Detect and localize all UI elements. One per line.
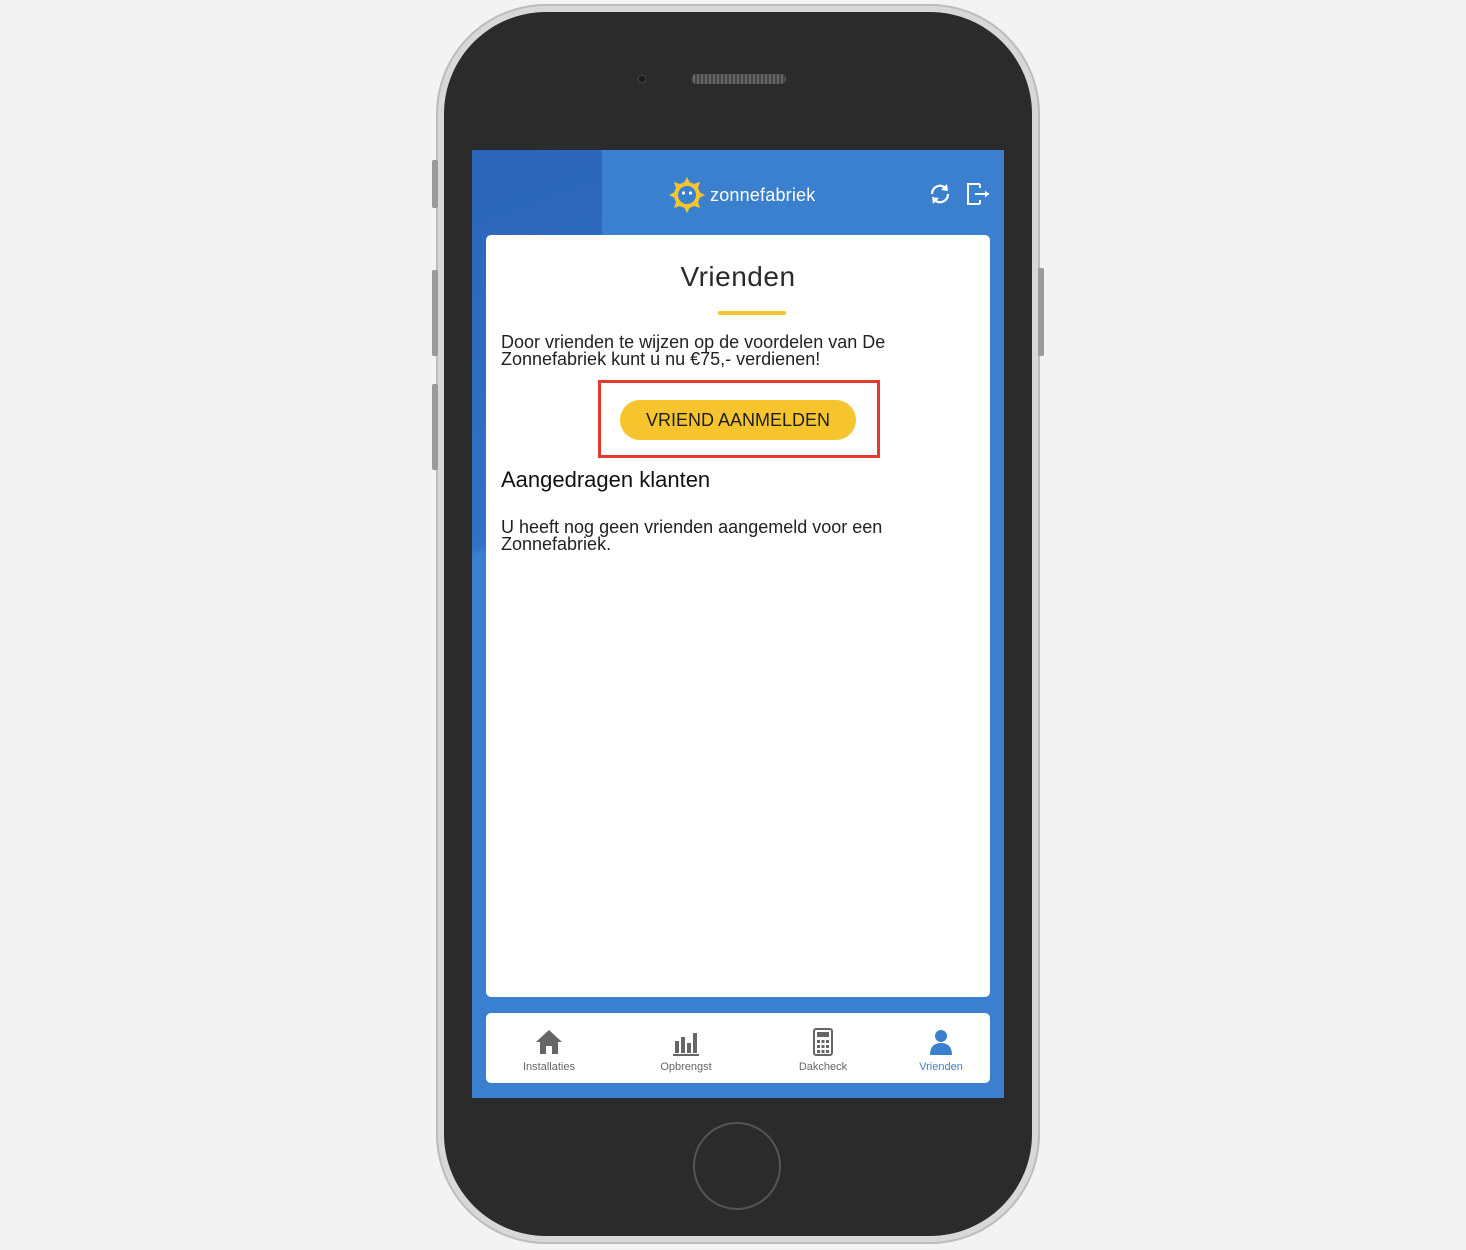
mute-switch <box>432 160 438 208</box>
tab-vrienden[interactable]: Vrienden <box>878 1013 1004 1083</box>
content-card: Vrienden Door vrienden te wijzen op de v… <box>486 235 990 997</box>
power-button <box>1038 268 1044 356</box>
empty-state-text: U heeft nog geen vrienden aangemeld voor… <box>501 517 883 554</box>
app-screen: zonnefabriek Vrienden Door vrienden te w… <box>472 150 1004 1098</box>
intro-text: Door vrienden te wijzen op de voordelen … <box>501 332 886 369</box>
bar-chart-icon <box>673 1033 699 1056</box>
brand-name: zonnefabriek <box>710 184 816 205</box>
tab-installaties[interactable]: Installaties <box>486 1013 612 1083</box>
refresh-icon[interactable] <box>926 180 954 208</box>
brand-logo[interactable]: zonnefabriek <box>668 176 815 214</box>
earpiece-speaker <box>691 74 786 84</box>
volume-up-button <box>432 270 438 356</box>
front-camera <box>637 74 647 84</box>
tab-label: Vrienden <box>919 1061 963 1073</box>
volume-down-button <box>432 384 438 470</box>
logout-icon[interactable] <box>964 180 992 208</box>
tab-dakcheck[interactable]: Dakcheck <box>760 1013 886 1083</box>
tab-label: Dakcheck <box>798 1061 848 1073</box>
tab-label: Installaties <box>523 1061 575 1073</box>
page-title: Vrienden <box>680 261 796 292</box>
title-underline <box>718 311 786 315</box>
home-button[interactable] <box>693 1122 781 1210</box>
home-icon <box>536 1030 562 1054</box>
tab-label: Opbrengst <box>660 1061 712 1073</box>
register-friend-button[interactable]: VRIEND AANMELDEN <box>620 400 856 440</box>
sun-logo-icon <box>669 177 705 213</box>
user-icon <box>930 1030 952 1055</box>
tab-opbrengst[interactable]: Opbrengst <box>623 1013 749 1083</box>
calculator-icon <box>813 1028 833 1056</box>
bottom-tab-bar: Installaties Opbrengst Dakcheck Vrienden <box>486 1013 990 1083</box>
app-header: zonnefabriek <box>472 150 1004 236</box>
section-title: Aangedragen klanten <box>501 467 711 492</box>
